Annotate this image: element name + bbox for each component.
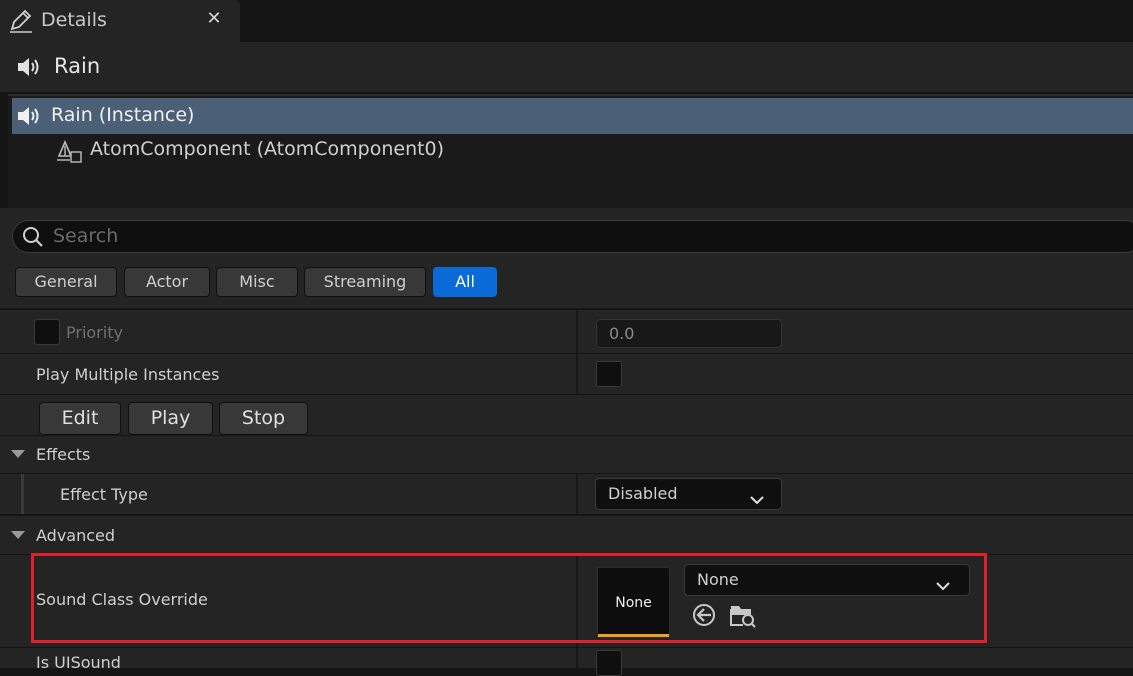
is-ui-sound-checkbox[interactable] [596, 650, 622, 676]
effect-type-dropdown[interactable]: Disabled [595, 478, 782, 510]
triangle-down-icon [11, 531, 25, 539]
property-row-effect-type: Effect Type Disabled [0, 474, 1133, 514]
close-icon[interactable]: ✕ [205, 8, 223, 30]
tab-bar: Details ✕ [0, 0, 1133, 42]
sound-class-dropdown[interactable]: None [684, 564, 970, 596]
actor-name: Rain [54, 54, 101, 78]
search-area: Search General Actor Misc Streaming All [0, 208, 1133, 308]
stop-button[interactable]: Stop [219, 402, 308, 435]
property-label: Priority [66, 323, 123, 342]
component-tree: Rain (Instance) AtomComponent (AtomCompo… [8, 94, 1133, 208]
property-label: Sound Class Override [36, 590, 208, 609]
filter-all[interactable]: All [433, 267, 497, 297]
speaker-icon [16, 55, 42, 79]
tab-details[interactable]: Details ✕ [0, 0, 240, 42]
search-placeholder: Search [53, 225, 119, 247]
edit-pencil-icon [8, 8, 34, 34]
priority-field[interactable]: 0.0 [596, 319, 782, 348]
category-advanced[interactable]: Advanced [0, 516, 1133, 554]
property-label: Is UISound [36, 653, 121, 672]
priority-override-checkbox[interactable] [34, 319, 60, 345]
filter-streaming[interactable]: Streaming [304, 267, 426, 297]
speaker-icon [16, 104, 42, 128]
asset-type-bar [598, 634, 669, 637]
property-label: Play Multiple Instances [36, 365, 220, 384]
play-multiple-checkbox[interactable] [596, 361, 622, 387]
column-divider [576, 310, 578, 353]
column-divider [576, 648, 578, 668]
category-label: Advanced [36, 526, 116, 545]
property-row-actions: Edit Play Stop [0, 395, 1133, 435]
filter-general[interactable]: General [15, 267, 117, 297]
category-label: Effects [36, 445, 91, 464]
filter-actor[interactable]: Actor [124, 267, 210, 297]
column-divider [576, 474, 578, 514]
component-icon [56, 139, 84, 164]
tree-item-instance[interactable]: Rain (Instance) [12, 98, 1133, 134]
use-selected-arrow-icon[interactable] [691, 602, 717, 628]
thumbnail-label: None [615, 595, 652, 611]
chevron-down-icon [935, 573, 951, 591]
property-row-play-multiple: Play Multiple Instances [0, 354, 1133, 394]
category-effects[interactable]: Effects [0, 436, 1133, 473]
property-row-sound-class-override: Sound Class Override None None [0, 555, 1133, 647]
column-divider [576, 555, 578, 647]
property-row-priority: Priority 0.0 [0, 310, 1133, 353]
search-input[interactable]: Search [12, 220, 1133, 253]
column-divider [576, 354, 578, 394]
tree-item-label: AtomComponent (AtomComponent0) [90, 138, 445, 160]
property-list: Priority 0.0 Play Multiple Instances Edi… [0, 308, 1133, 676]
edit-button[interactable]: Edit [39, 402, 121, 435]
search-icon [22, 226, 44, 248]
tab-title: Details [41, 9, 107, 31]
property-label: Effect Type [60, 485, 148, 504]
play-button[interactable]: Play [128, 402, 213, 435]
details-header: Rain [0, 42, 1133, 92]
indent-guide [21, 474, 24, 514]
browse-folder-icon[interactable] [729, 601, 757, 629]
chevron-down-icon [749, 487, 765, 505]
tree-item-label: Rain (Instance) [51, 104, 195, 126]
property-row-is-ui-sound: Is UISound [0, 648, 1133, 676]
asset-thumbnail[interactable]: None [597, 567, 670, 638]
dropdown-value: None [697, 570, 739, 589]
dropdown-value: Disabled [608, 484, 678, 503]
filter-misc[interactable]: Misc [216, 267, 298, 297]
triangle-down-icon [11, 450, 25, 458]
